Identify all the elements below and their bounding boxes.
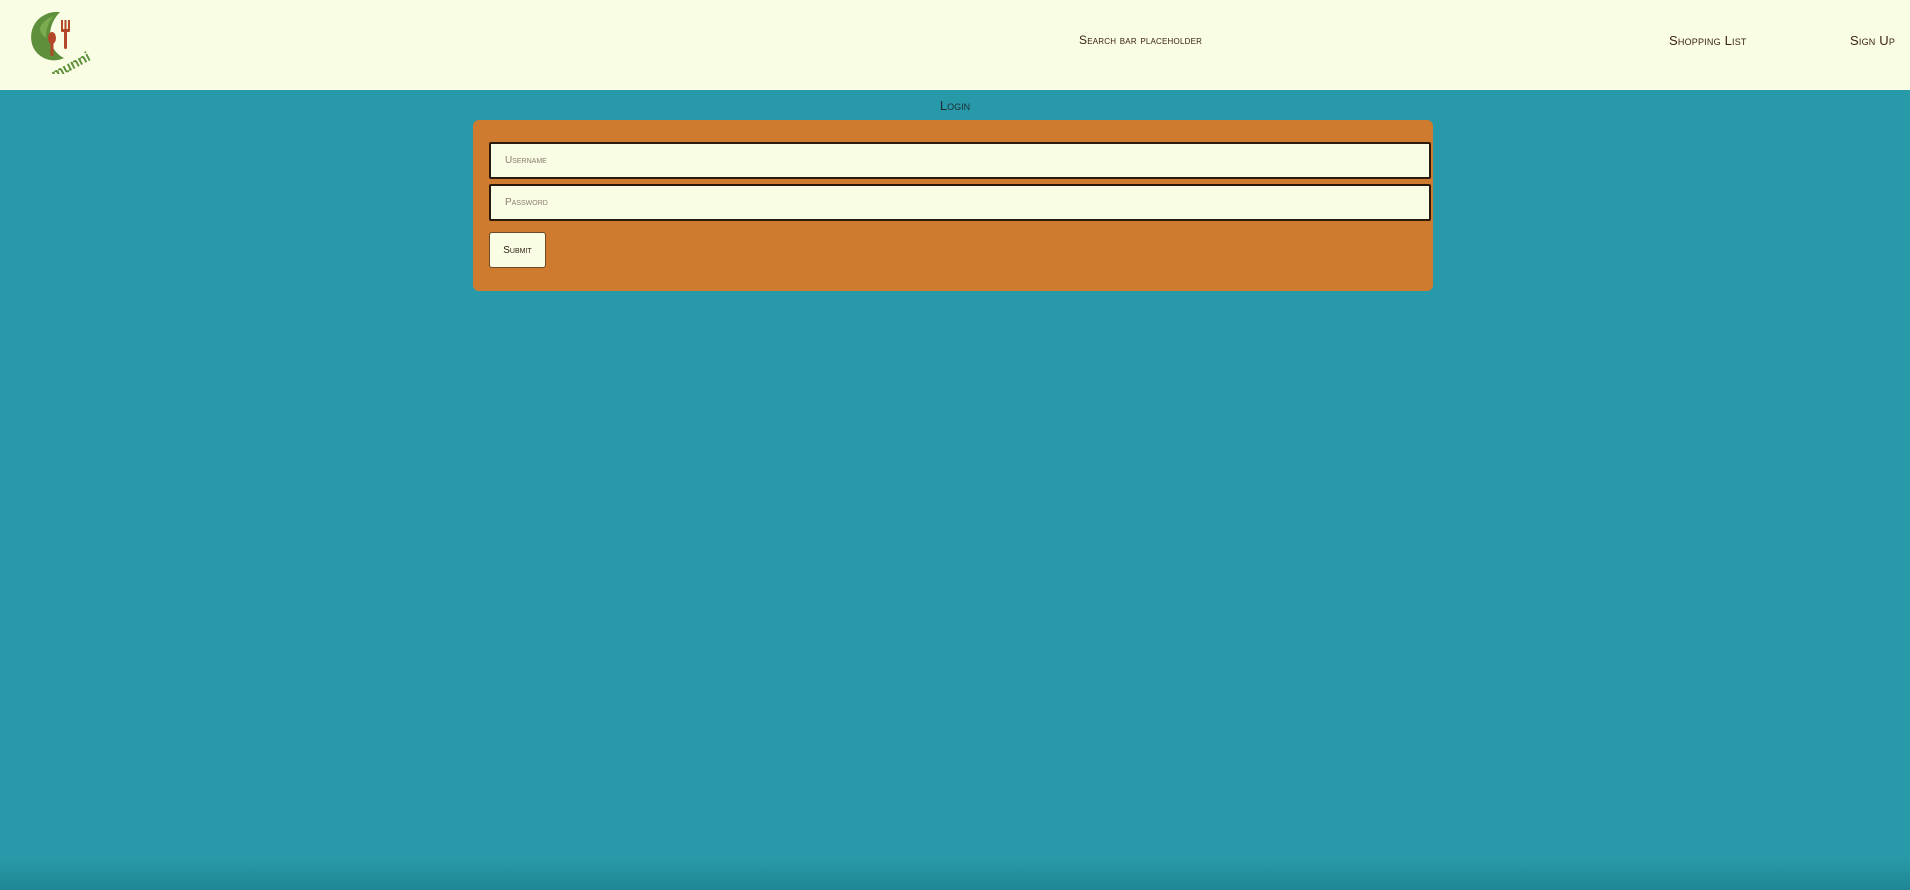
munni-logo[interactable]: munni xyxy=(26,8,96,82)
search-bar-placeholder[interactable]: Search bar placeholder xyxy=(1079,33,1202,47)
sign-up-link[interactable]: Sign Up xyxy=(1850,33,1895,48)
leaf-fork-spoon-icon: munni xyxy=(31,12,93,82)
password-field[interactable] xyxy=(489,184,1431,221)
bottom-shadow xyxy=(0,860,1910,890)
username-field[interactable] xyxy=(489,142,1431,179)
submit-button[interactable]: Submit xyxy=(489,232,546,268)
login-form: Submit xyxy=(473,120,1433,291)
top-navigation-bar: munni Search bar placeholder Shopping Li… xyxy=(0,0,1910,90)
login-heading: Login xyxy=(939,98,971,113)
shopping-list-link[interactable]: Shopping List xyxy=(1669,33,1747,48)
